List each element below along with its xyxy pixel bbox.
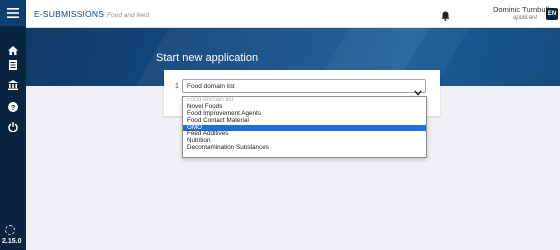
home-icon[interactable] [5, 42, 21, 58]
help-icon[interactable]: ? [5, 99, 21, 115]
version-label: 2.15.0 [2, 238, 22, 245]
option-decontamination-substances[interactable]: Decontamination Substances [183, 144, 426, 152]
app-title[interactable]: E-SUBMISSIONS Food and feed [34, 9, 149, 19]
user-name: Dominic Turnbull [493, 5, 549, 14]
page-title: Start new application [156, 52, 259, 64]
top-bar: E-SUBMISSIONS Food and feed Dominic Turnb… [26, 0, 560, 28]
user-role: applicant [513, 15, 538, 21]
loading-icon [5, 225, 15, 235]
option-food-contact-material[interactable]: Food Contact Material [183, 117, 426, 125]
step-number: 1 [175, 83, 179, 90]
option-feed-additives[interactable]: Feed Additives [183, 131, 426, 138]
bank-icon[interactable] [5, 77, 21, 93]
power-icon[interactable] [5, 119, 21, 135]
app-name: E-SUBMISSIONS [34, 9, 105, 19]
language-button[interactable]: EN [546, 8, 558, 20]
select-value: Food domain list [187, 83, 235, 90]
sidebar: ? 2.15.0 [0, 0, 26, 250]
food-domain-options: Food domain list Novel Foods Food Improv… [182, 96, 427, 158]
bell-icon[interactable] [441, 8, 450, 26]
menu-icon[interactable] [0, 0, 26, 26]
document-icon[interactable] [5, 57, 21, 73]
food-domain-select[interactable]: Food domain list [182, 79, 426, 96]
svg-text:?: ? [11, 103, 16, 112]
app-subtitle: Food and feed [107, 12, 150, 19]
